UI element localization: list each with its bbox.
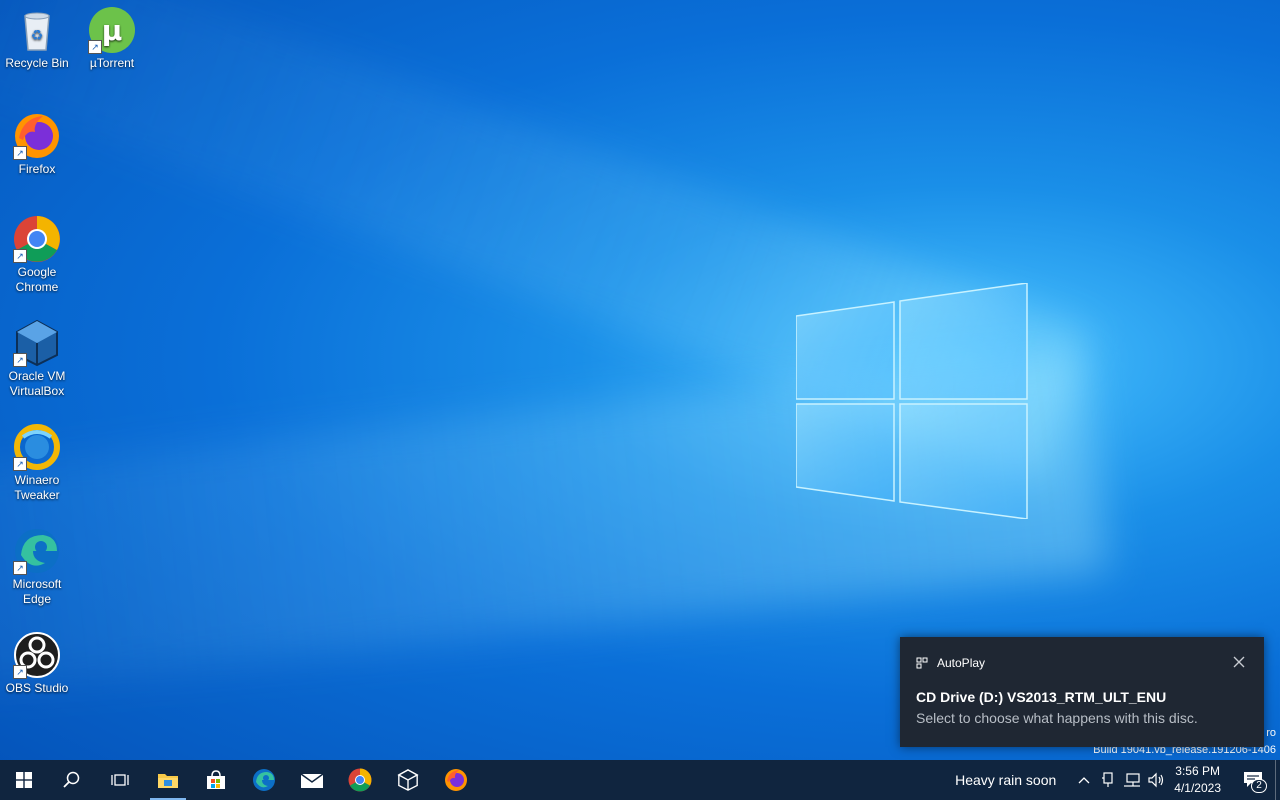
shortcut-arrow-icon: ↗	[13, 561, 27, 575]
desktop-icon-recycle-bin[interactable]: ♻ Recycle Bin	[0, 6, 74, 71]
recycle-bin-icon: ♻	[24, 12, 50, 51]
taskbar-mail[interactable]	[288, 760, 336, 800]
desktop-icon-obs-studio[interactable]: ↗ OBS Studio	[0, 631, 74, 696]
search-button[interactable]	[48, 760, 96, 800]
taskbar: Heavy rain soon 3:56 PM 4/1/2023 2	[0, 760, 1280, 800]
shortcut-arrow-icon: ↗	[13, 353, 27, 367]
chrome-icon	[348, 768, 372, 792]
taskbar-file-explorer[interactable]	[144, 760, 192, 800]
show-hidden-icons-button[interactable]	[1072, 776, 1096, 784]
build-watermark-line1: ro	[1266, 727, 1276, 739]
notification-count-badge: 2	[1251, 779, 1267, 793]
toast-header: AutoPlay	[916, 656, 985, 670]
desktop-icon-label: Firefox	[18, 162, 56, 176]
action-center-button[interactable]: 2	[1231, 760, 1275, 800]
weather-widget[interactable]: Heavy rain soon	[955, 772, 1056, 788]
desktop-icon-label: OBS Studio	[5, 681, 69, 695]
edge-icon	[253, 769, 275, 791]
shortcut-arrow-icon: ↗	[13, 665, 27, 679]
toast-title: CD Drive (D:) VS2013_RTM_ULT_ENU	[916, 689, 1167, 705]
desktop-icon-utorrent[interactable]: µ ↗ µTorrent	[75, 6, 149, 71]
start-button[interactable]	[0, 760, 48, 800]
autoplay-icon	[916, 657, 928, 669]
show-desktop-button[interactable]	[1275, 760, 1280, 800]
desktop-icon-label: µTorrent	[89, 56, 135, 70]
desktop-icon-winaero-tweaker[interactable]: ↗ Winaero Tweaker	[0, 423, 74, 503]
clock-date: 4/1/2023	[1174, 781, 1221, 795]
shortcut-arrow-icon: ↗	[13, 146, 27, 160]
task-view-icon	[111, 774, 129, 786]
shortcut-arrow-icon: ↗	[13, 457, 27, 471]
shortcut-arrow-icon: ↗	[88, 40, 102, 54]
store-icon	[207, 770, 225, 789]
tray-volume-button[interactable]	[1144, 772, 1168, 788]
virtualbox-icon	[397, 769, 419, 791]
firefox-icon	[445, 769, 467, 791]
toast-body: Select to choose what happens with this …	[916, 710, 1198, 726]
file-explorer-icon	[158, 774, 178, 788]
windows-logo-wallpaper	[796, 283, 1028, 519]
desktop-icon-microsoft-edge[interactable]: ↗ Microsoft Edge	[0, 527, 74, 607]
mail-icon	[300, 773, 324, 788]
tray-device-button[interactable]	[1096, 772, 1120, 788]
taskbar-chrome[interactable]	[336, 760, 384, 800]
desktop-icon-label: Oracle VM VirtualBox	[8, 369, 66, 398]
taskbar-edge[interactable]	[240, 760, 288, 800]
desktop-icon-firefox[interactable]: ↗ Firefox	[0, 112, 74, 177]
desktop-icon-virtualbox[interactable]: ↗ Oracle VM VirtualBox	[0, 319, 74, 399]
desktop-icon-label: Google Chrome	[15, 265, 59, 294]
close-icon[interactable]	[1232, 655, 1246, 669]
clock[interactable]: 3:56 PM 4/1/2023	[1174, 763, 1221, 797]
autoplay-notification[interactable]: AutoPlay CD Drive (D:) VS2013_RTM_ULT_EN…	[900, 637, 1264, 747]
desktop: ♻ Recycle Bin µ ↗ µTorrent ↗ Firefox ↗ G…	[0, 0, 1280, 760]
clock-time: 3:56 PM	[1175, 764, 1220, 778]
svg-text:µ: µ	[102, 14, 123, 47]
system-tray: Heavy rain soon 3:56 PM 4/1/2023 2	[955, 760, 1280, 800]
network-icon	[1124, 773, 1141, 787]
desktop-icon-label: Microsoft Edge	[12, 577, 62, 606]
taskbar-firefox[interactable]	[432, 760, 480, 800]
toast-app-name: AutoPlay	[937, 656, 986, 670]
volume-icon	[1148, 772, 1164, 788]
usb-device-icon	[1102, 772, 1113, 787]
desktop-icon-label: Winaero Tweaker	[14, 473, 60, 502]
chevron-up-icon	[1078, 777, 1090, 784]
taskbar-virtualbox[interactable]	[384, 760, 432, 800]
search-icon	[63, 771, 80, 788]
shortcut-arrow-icon: ↗	[13, 249, 27, 263]
tray-network-button[interactable]	[1120, 772, 1144, 788]
desktop-icon-label: Recycle Bin	[5, 56, 69, 70]
desktop-icon-chrome[interactable]: ↗ Google Chrome	[0, 215, 74, 295]
taskbar-store[interactable]	[192, 760, 240, 800]
svg-text:♻: ♻	[31, 28, 44, 44]
task-view-button[interactable]	[96, 760, 144, 800]
start-icon	[16, 772, 32, 788]
